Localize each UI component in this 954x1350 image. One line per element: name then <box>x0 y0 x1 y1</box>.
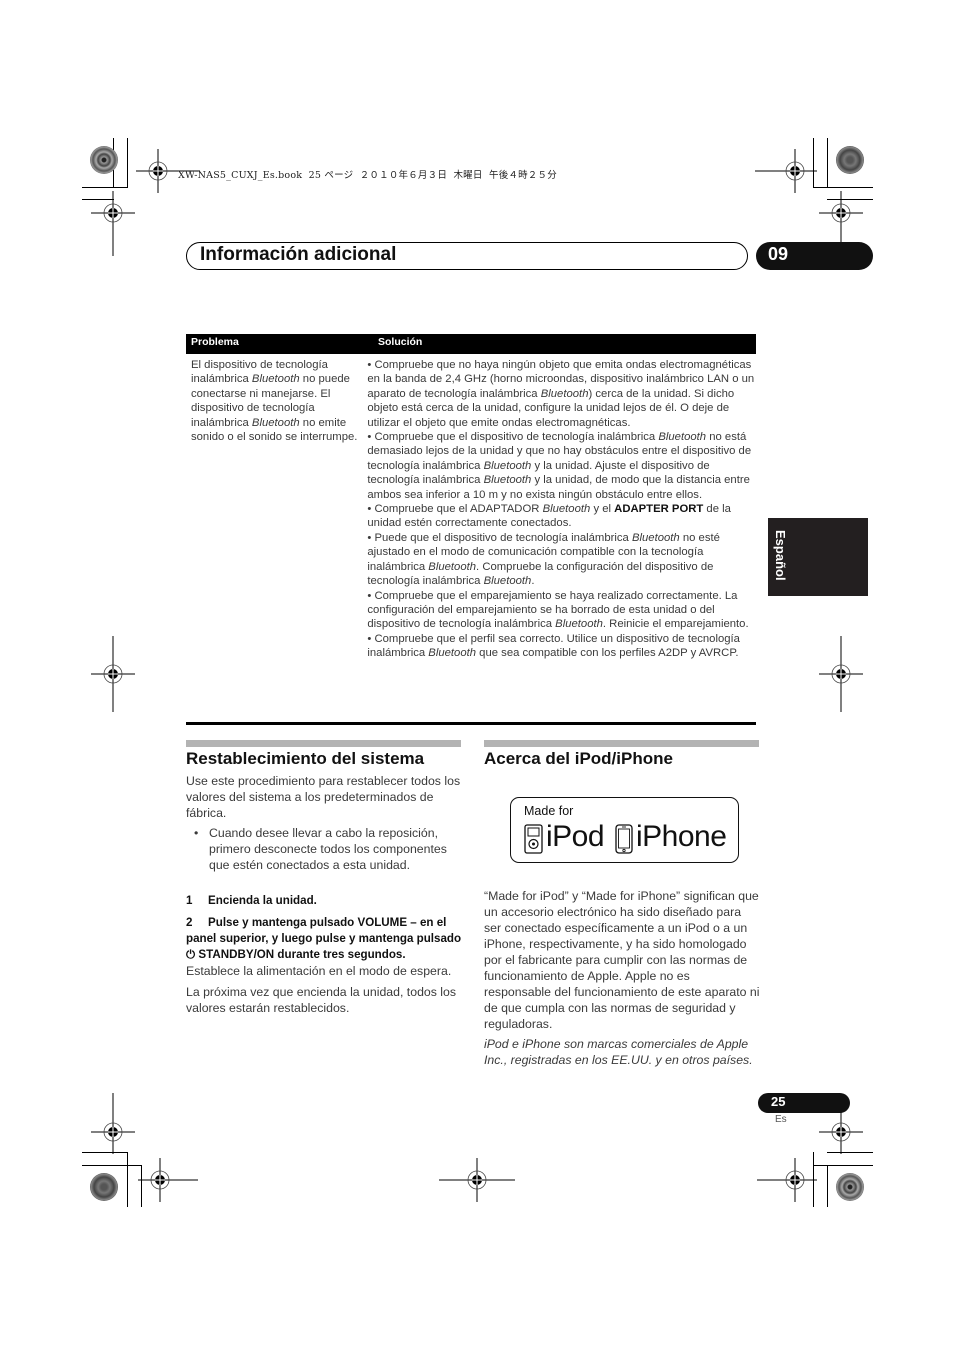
reset-intro: Use este procedimiento para restablecer … <box>186 774 461 820</box>
step-1: 1 Encienda la unidad. <box>186 893 466 909</box>
solution-item: • Compruebe que el perfil sea correcto. … <box>367 632 740 660</box>
step-2: 2 Pulse y mantenga pulsado VOLUME – en el… <box>186 915 466 963</box>
badge-made-for: Made for <box>524 804 574 818</box>
chapter-title: Información adicional <box>200 244 397 265</box>
ipod-icon <box>524 824 543 854</box>
registration-marks <box>90 148 864 1203</box>
solution-item: • Compruebe que el ADAPTADOR Bluetooth y… <box>367 503 731 530</box>
solution-item: • Compruebe que el dispositivo de tecnol… <box>367 431 752 501</box>
reset-outro: La próxima vez que encienda la unidad, t… <box>186 985 457 1015</box>
solution-item: • Puede que el dispositivo de tecnología… <box>367 531 720 588</box>
column-header-solution: Solución <box>378 336 423 348</box>
print-job-info: XW-NAS5_CUXJ_Es.book 25 ページ ２０１０年６月３日 木曜… <box>178 170 557 181</box>
section-divider <box>186 740 461 747</box>
starburst-icon <box>90 146 118 174</box>
starburst-icon <box>90 1173 118 1201</box>
solution-item: • Compruebe que no haya ningún objeto qu… <box>367 359 755 429</box>
bullet-icon: • <box>194 826 199 840</box>
table-bottom-rule <box>186 722 756 725</box>
troubleshooting-table: Problema Solución El dispositivo de tecn… <box>186 334 756 661</box>
chapter-number: 09 <box>768 244 789 264</box>
section-divider <box>484 740 759 747</box>
section-title-ipod: Acerca del iPod/iPhone <box>484 749 673 768</box>
starburst-icon <box>836 146 864 174</box>
table-header-row: Problema Solución <box>186 334 756 354</box>
problem-cell: El dispositivo de tecnología inalámbrica… <box>186 358 362 661</box>
step-number: 2 <box>186 916 193 929</box>
step-text: Encienda la unidad. <box>208 894 317 907</box>
page-number: 25 <box>771 1094 786 1109</box>
section-title-reset: Restablecimiento del sistema <box>186 749 425 768</box>
step-number: 1 <box>186 894 193 907</box>
language-tab-label: Español <box>773 530 788 581</box>
reset-bullet: • Cuando desee llevar a cabo la reposici… <box>194 825 462 873</box>
badge-ipod-label: iPod <box>546 820 605 853</box>
solution-item: • Compruebe que el emparejamiento se hay… <box>367 589 749 631</box>
ipod-disclaimer: “Made for iPod” y “Made for iPhone” sign… <box>484 889 760 1031</box>
step-text: Pulse y mantenga pulsado VOLUME – en el … <box>186 916 462 961</box>
column-header-problem: Problema <box>191 336 239 348</box>
table-row: El dispositivo de tecnología inalámbrica… <box>186 354 756 661</box>
ipod-trademark-notice: iPod e iPhone son marcas comerciales de … <box>484 1037 753 1067</box>
iphone-icon <box>615 824 633 854</box>
step-2-note: Establece la alimentación en el modo de … <box>186 964 452 978</box>
badge-iphone-label: iPhone <box>636 820 727 853</box>
page-language-code: Es <box>775 1114 787 1125</box>
problem-text: El dispositivo de tecnología inalámbrica… <box>191 359 358 444</box>
reset-bullet-text: Cuando desee llevar a cabo la reposición… <box>209 826 447 872</box>
solution-cell: • Compruebe que no haya ningún objeto qu… <box>362 358 756 661</box>
starburst-icon <box>836 1173 864 1201</box>
